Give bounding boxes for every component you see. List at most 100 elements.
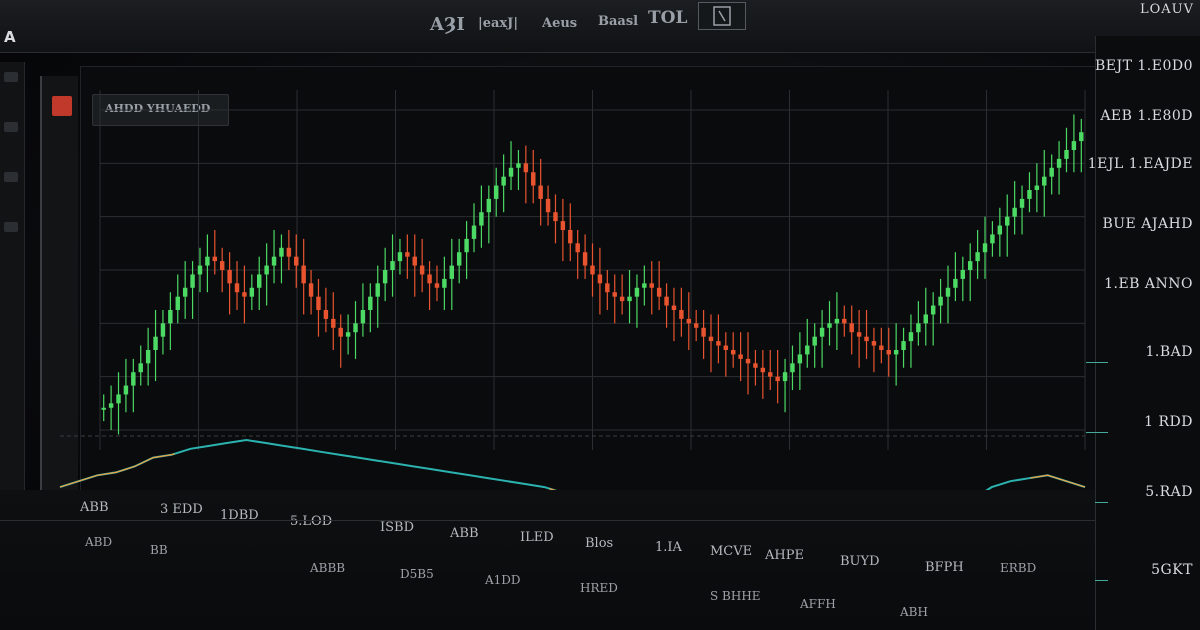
candle-body <box>479 212 484 226</box>
candle-body <box>390 261 395 270</box>
status-label: S BHHE <box>710 589 761 603</box>
candle-body <box>464 238 469 253</box>
candle-body <box>827 323 832 328</box>
candle-body <box>279 247 284 257</box>
candle-body <box>412 256 417 266</box>
candle-body <box>316 296 321 310</box>
candle-body <box>227 270 232 284</box>
candle-body <box>131 372 136 386</box>
candle-body <box>590 265 595 275</box>
candle-body <box>1019 198 1025 208</box>
candle-body <box>1042 176 1047 186</box>
price-axis: BEJT 1.E0D0 AEB 1.E80D 1EJL 1.EAJDE BUE AJA… <box>1086 36 1200 630</box>
candle-body <box>553 212 558 222</box>
candle-body <box>1079 132 1084 142</box>
candle-body <box>612 292 617 297</box>
candle-body <box>219 261 225 270</box>
candle-body <box>405 252 410 257</box>
candle-body <box>353 323 358 333</box>
bottom-status-strip: ABD BB ABBB D5B5 A1DD HRED S BHHE AFFH ABH ERBD <box>0 520 1095 630</box>
candle-body <box>308 283 314 297</box>
candle-body <box>856 332 862 337</box>
candle-body <box>545 198 551 213</box>
candle-body <box>486 198 492 213</box>
candle-body <box>1034 185 1040 190</box>
candle-body <box>419 265 425 275</box>
candle-body <box>701 327 706 337</box>
price-axis-label: 1 RDD <box>1144 414 1193 430</box>
candle-body <box>153 336 158 350</box>
candle-body <box>501 176 506 186</box>
candle-body <box>575 243 580 253</box>
candle-body <box>967 261 973 270</box>
candle-body <box>427 274 432 284</box>
candle-body <box>782 372 788 382</box>
candle-body <box>449 265 455 279</box>
candle-body <box>168 310 173 324</box>
candle-body <box>523 163 529 173</box>
candle-body <box>471 225 477 239</box>
candle-body <box>271 256 277 266</box>
candle-body <box>605 283 610 293</box>
candle-body <box>138 363 143 373</box>
candle-body <box>916 323 921 333</box>
candle-body <box>879 345 884 350</box>
candle-body <box>538 185 543 199</box>
candle-body <box>456 252 462 266</box>
candle-body <box>442 278 447 288</box>
candle-body <box>716 341 721 346</box>
price-chart[interactable] <box>0 0 1095 560</box>
candle-body <box>145 350 151 364</box>
candle-body <box>531 172 536 186</box>
candle-body <box>812 336 817 346</box>
candle-body <box>108 403 114 408</box>
candle-body <box>871 341 877 346</box>
candle-body <box>175 296 180 310</box>
candle-body <box>1064 150 1069 159</box>
candle-body <box>819 327 825 337</box>
candle-body <box>323 310 329 319</box>
candle-body <box>123 385 129 395</box>
price-axis-label: BUE AJAHD <box>1102 216 1193 232</box>
candle-body <box>938 296 943 306</box>
candle-body <box>508 167 514 177</box>
candle-body <box>679 310 684 319</box>
candle-body <box>797 354 803 364</box>
candle-body <box>960 270 966 279</box>
candle-body <box>671 305 677 310</box>
candle-body <box>249 287 255 297</box>
candle-body <box>908 332 914 342</box>
candle-body <box>923 314 928 324</box>
candle-body <box>597 274 603 284</box>
candle-body <box>775 376 780 382</box>
candle-body <box>205 256 210 266</box>
candle-body <box>1056 158 1062 168</box>
candle-body <box>664 296 669 306</box>
status-label: ERBD <box>1000 561 1037 575</box>
candle-body <box>182 287 188 297</box>
candle-body <box>116 394 121 404</box>
candle-body <box>1071 141 1077 150</box>
candle-body <box>834 318 840 324</box>
candle-body <box>649 283 654 288</box>
candle-body <box>953 278 958 288</box>
candle-body <box>893 350 899 355</box>
candle-body <box>738 354 743 359</box>
candle-body <box>1005 216 1010 226</box>
time-axis-label: 3 EDD <box>160 502 203 517</box>
candle-body <box>345 332 351 337</box>
candle-body <box>382 270 388 284</box>
status-label: ABBB <box>310 561 346 575</box>
candle-body <box>212 256 218 262</box>
candle-body <box>842 318 847 324</box>
candle-body <box>790 363 795 373</box>
candle-body <box>294 256 299 266</box>
time-axis-label: ABB <box>80 500 109 515</box>
candle-body <box>568 230 573 244</box>
candle-body <box>301 265 306 284</box>
candle-body <box>197 265 203 275</box>
candle-body <box>1012 207 1017 217</box>
candle-body <box>338 327 343 337</box>
candle-body <box>693 323 699 328</box>
candle-body <box>886 350 891 355</box>
